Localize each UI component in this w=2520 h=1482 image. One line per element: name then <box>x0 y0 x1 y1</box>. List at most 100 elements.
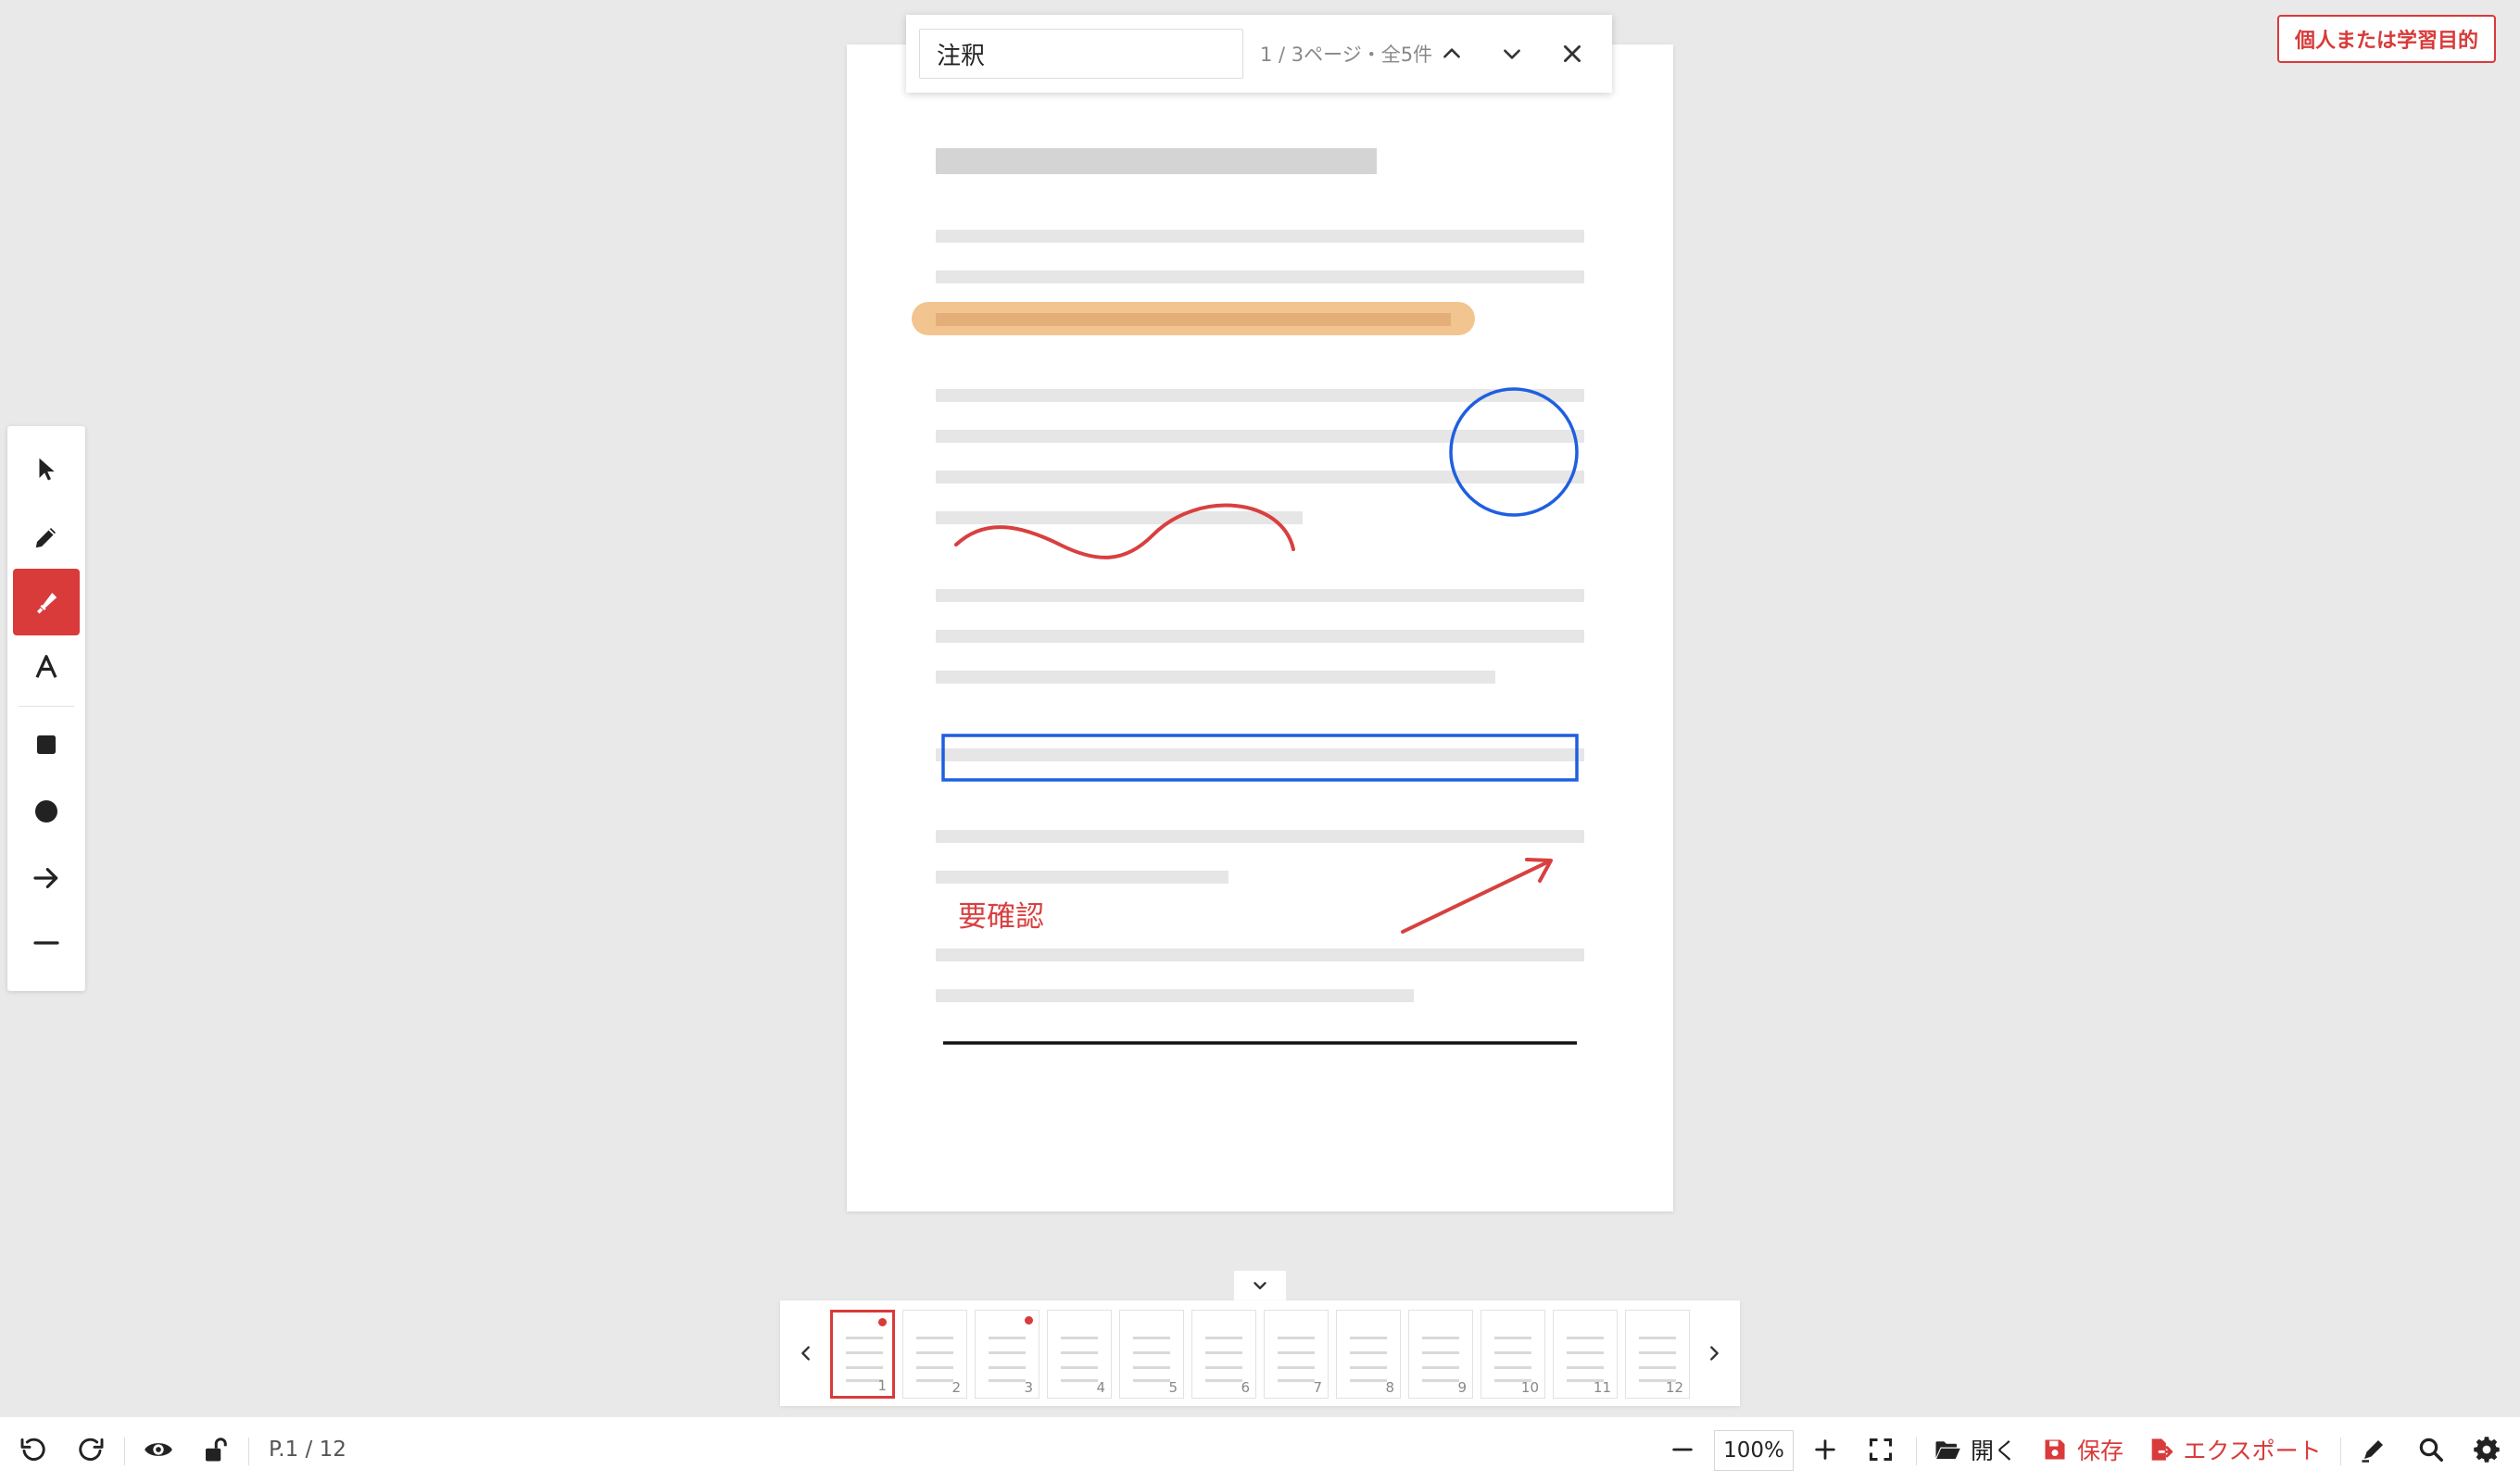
thumbnail-line <box>1278 1351 1315 1354</box>
arrow-right-icon <box>33 868 58 888</box>
tool-ellipse[interactable] <box>13 778 80 845</box>
thumbnail-line <box>846 1366 883 1369</box>
thumbnail-line <box>1205 1351 1242 1354</box>
thumbnail-page-number: 7 <box>1313 1379 1322 1396</box>
zoom-level[interactable]: 100% <box>1714 1430 1794 1471</box>
license-badge[interactable]: 個人または学習目的 <box>2277 15 2496 63</box>
tool-arrow[interactable] <box>13 845 80 911</box>
thumbnail-line <box>1350 1351 1387 1354</box>
thumbnail-line <box>1061 1337 1098 1339</box>
save-button[interactable]: 保存 <box>2038 1417 2127 1482</box>
document-content <box>912 148 1584 1045</box>
page-thumbnail[interactable]: 11 <box>1553 1310 1618 1399</box>
thumbnail-line <box>1567 1351 1604 1354</box>
page-thumbnail[interactable]: 12 <box>1625 1310 1690 1399</box>
page-thumbnail[interactable]: 2 <box>902 1310 967 1399</box>
page-indicator: P.1 / 12 <box>269 1438 346 1462</box>
bottom-divider <box>1916 1438 1917 1465</box>
search-prev-button[interactable] <box>1425 26 1478 82</box>
thumbnail-page-number: 12 <box>1665 1379 1683 1396</box>
undo-button[interactable] <box>13 1417 54 1482</box>
thumbnail-page-number: 10 <box>1520 1379 1539 1396</box>
thumbnail-line <box>1350 1337 1387 1339</box>
tool-line[interactable] <box>13 910 80 976</box>
export-label: エクスポート <box>2183 1438 2322 1464</box>
document-page[interactable]: 要確認 <box>847 44 1673 1212</box>
text-annotation[interactable]: 要確認 <box>958 893 1044 935</box>
tool-highlighter[interactable] <box>13 569 80 635</box>
annotation-marker-dot <box>878 1318 887 1326</box>
thumbnail-line <box>989 1351 1026 1354</box>
page-thumbnail[interactable]: 3 <box>975 1310 1040 1399</box>
heading-placeholder <box>936 148 1377 174</box>
circle-annotation <box>1449 387 1579 517</box>
tool-pen[interactable] <box>13 504 80 571</box>
open-button[interactable]: 開く <box>1931 1417 2020 1482</box>
chevron-right-icon <box>1710 1346 1719 1361</box>
redo-button[interactable] <box>70 1417 111 1482</box>
thumbnail-line <box>1639 1337 1676 1339</box>
bottom-divider <box>2340 1438 2341 1465</box>
thumbnail-prev-button[interactable] <box>788 1323 825 1384</box>
thumbnail-line <box>1422 1351 1459 1354</box>
page-thumbnail[interactable]: 10 <box>1480 1310 1545 1399</box>
thumbnail-line <box>846 1351 883 1354</box>
search-bar: 1 / 3ページ・全5件 <box>906 15 1612 93</box>
thumbnail-line <box>1205 1379 1242 1382</box>
thumbnail-collapse-button[interactable] <box>1234 1271 1286 1300</box>
close-icon <box>1564 45 1581 62</box>
search-input[interactable] <box>919 29 1243 79</box>
zoom-in-button[interactable] <box>1807 1417 1844 1482</box>
tool-rectangle[interactable] <box>13 711 80 778</box>
thumbnail-line <box>989 1337 1026 1339</box>
bottom-divider <box>124 1438 125 1465</box>
zoom-out-button[interactable] <box>1664 1417 1701 1482</box>
thumbnail-line <box>846 1337 883 1339</box>
thumbnail-line <box>1133 1379 1170 1382</box>
unlock-icon <box>206 1438 227 1462</box>
thumbnail-page-number: 3 <box>1024 1379 1033 1396</box>
folder-open-icon <box>1935 1441 1960 1459</box>
text-a-icon <box>35 655 57 678</box>
page-thumbnail[interactable]: 7 <box>1264 1310 1329 1399</box>
tool-text[interactable] <box>13 634 80 700</box>
chevron-down-icon <box>1254 1282 1266 1289</box>
visibility-toggle[interactable] <box>137 1417 180 1482</box>
fullscreen-icon <box>1869 1438 1893 1462</box>
export-button[interactable]: エクスポート <box>2146 1417 2324 1482</box>
fullscreen-button[interactable] <box>1862 1417 1899 1482</box>
page-thumbnail[interactable]: 8 <box>1336 1310 1401 1399</box>
thumbnail-line <box>989 1379 1026 1382</box>
annotation-marker-dot <box>1025 1316 1033 1325</box>
thumbnail-line <box>1350 1379 1387 1382</box>
thumbnail-line <box>1061 1366 1098 1369</box>
chevron-down-icon <box>1504 49 1520 59</box>
page-thumbnail[interactable]: 6 <box>1191 1310 1256 1399</box>
page-thumbnail[interactable]: 9 <box>1408 1310 1473 1399</box>
search-button[interactable] <box>2411 1417 2451 1482</box>
settings-button[interactable] <box>2466 1417 2507 1482</box>
tool-select[interactable] <box>13 435 80 502</box>
signature-pen-icon <box>2362 1440 2383 1463</box>
minus-icon <box>1672 1448 1693 1451</box>
pencil-icon <box>35 528 56 548</box>
line-icon <box>33 941 59 945</box>
page-thumbnail[interactable]: 4 <box>1047 1310 1112 1399</box>
search-close-button[interactable] <box>1546 26 1599 82</box>
thumbnail-next-button[interactable] <box>1695 1323 1732 1384</box>
thumbnail-line <box>916 1379 953 1382</box>
save-label: 保存 <box>2076 1438 2123 1464</box>
thumbnail-line <box>1133 1366 1170 1369</box>
signature-button[interactable] <box>2353 1417 2394 1482</box>
page-thumbnail[interactable]: 5 <box>1119 1310 1184 1399</box>
thumbnail-line <box>1278 1379 1315 1382</box>
thumbnail-line <box>1567 1366 1604 1369</box>
page-thumbnail[interactable]: 1 <box>830 1310 895 1399</box>
thumbnail-line <box>1639 1351 1676 1354</box>
search-next-button[interactable] <box>1485 26 1538 82</box>
thumbnail-line <box>1061 1379 1098 1382</box>
cursor-arrow-icon <box>39 458 55 481</box>
thumbnail-page-number: 8 <box>1385 1379 1394 1396</box>
thumbnail-line <box>916 1366 953 1369</box>
lock-toggle[interactable] <box>195 1417 235 1482</box>
